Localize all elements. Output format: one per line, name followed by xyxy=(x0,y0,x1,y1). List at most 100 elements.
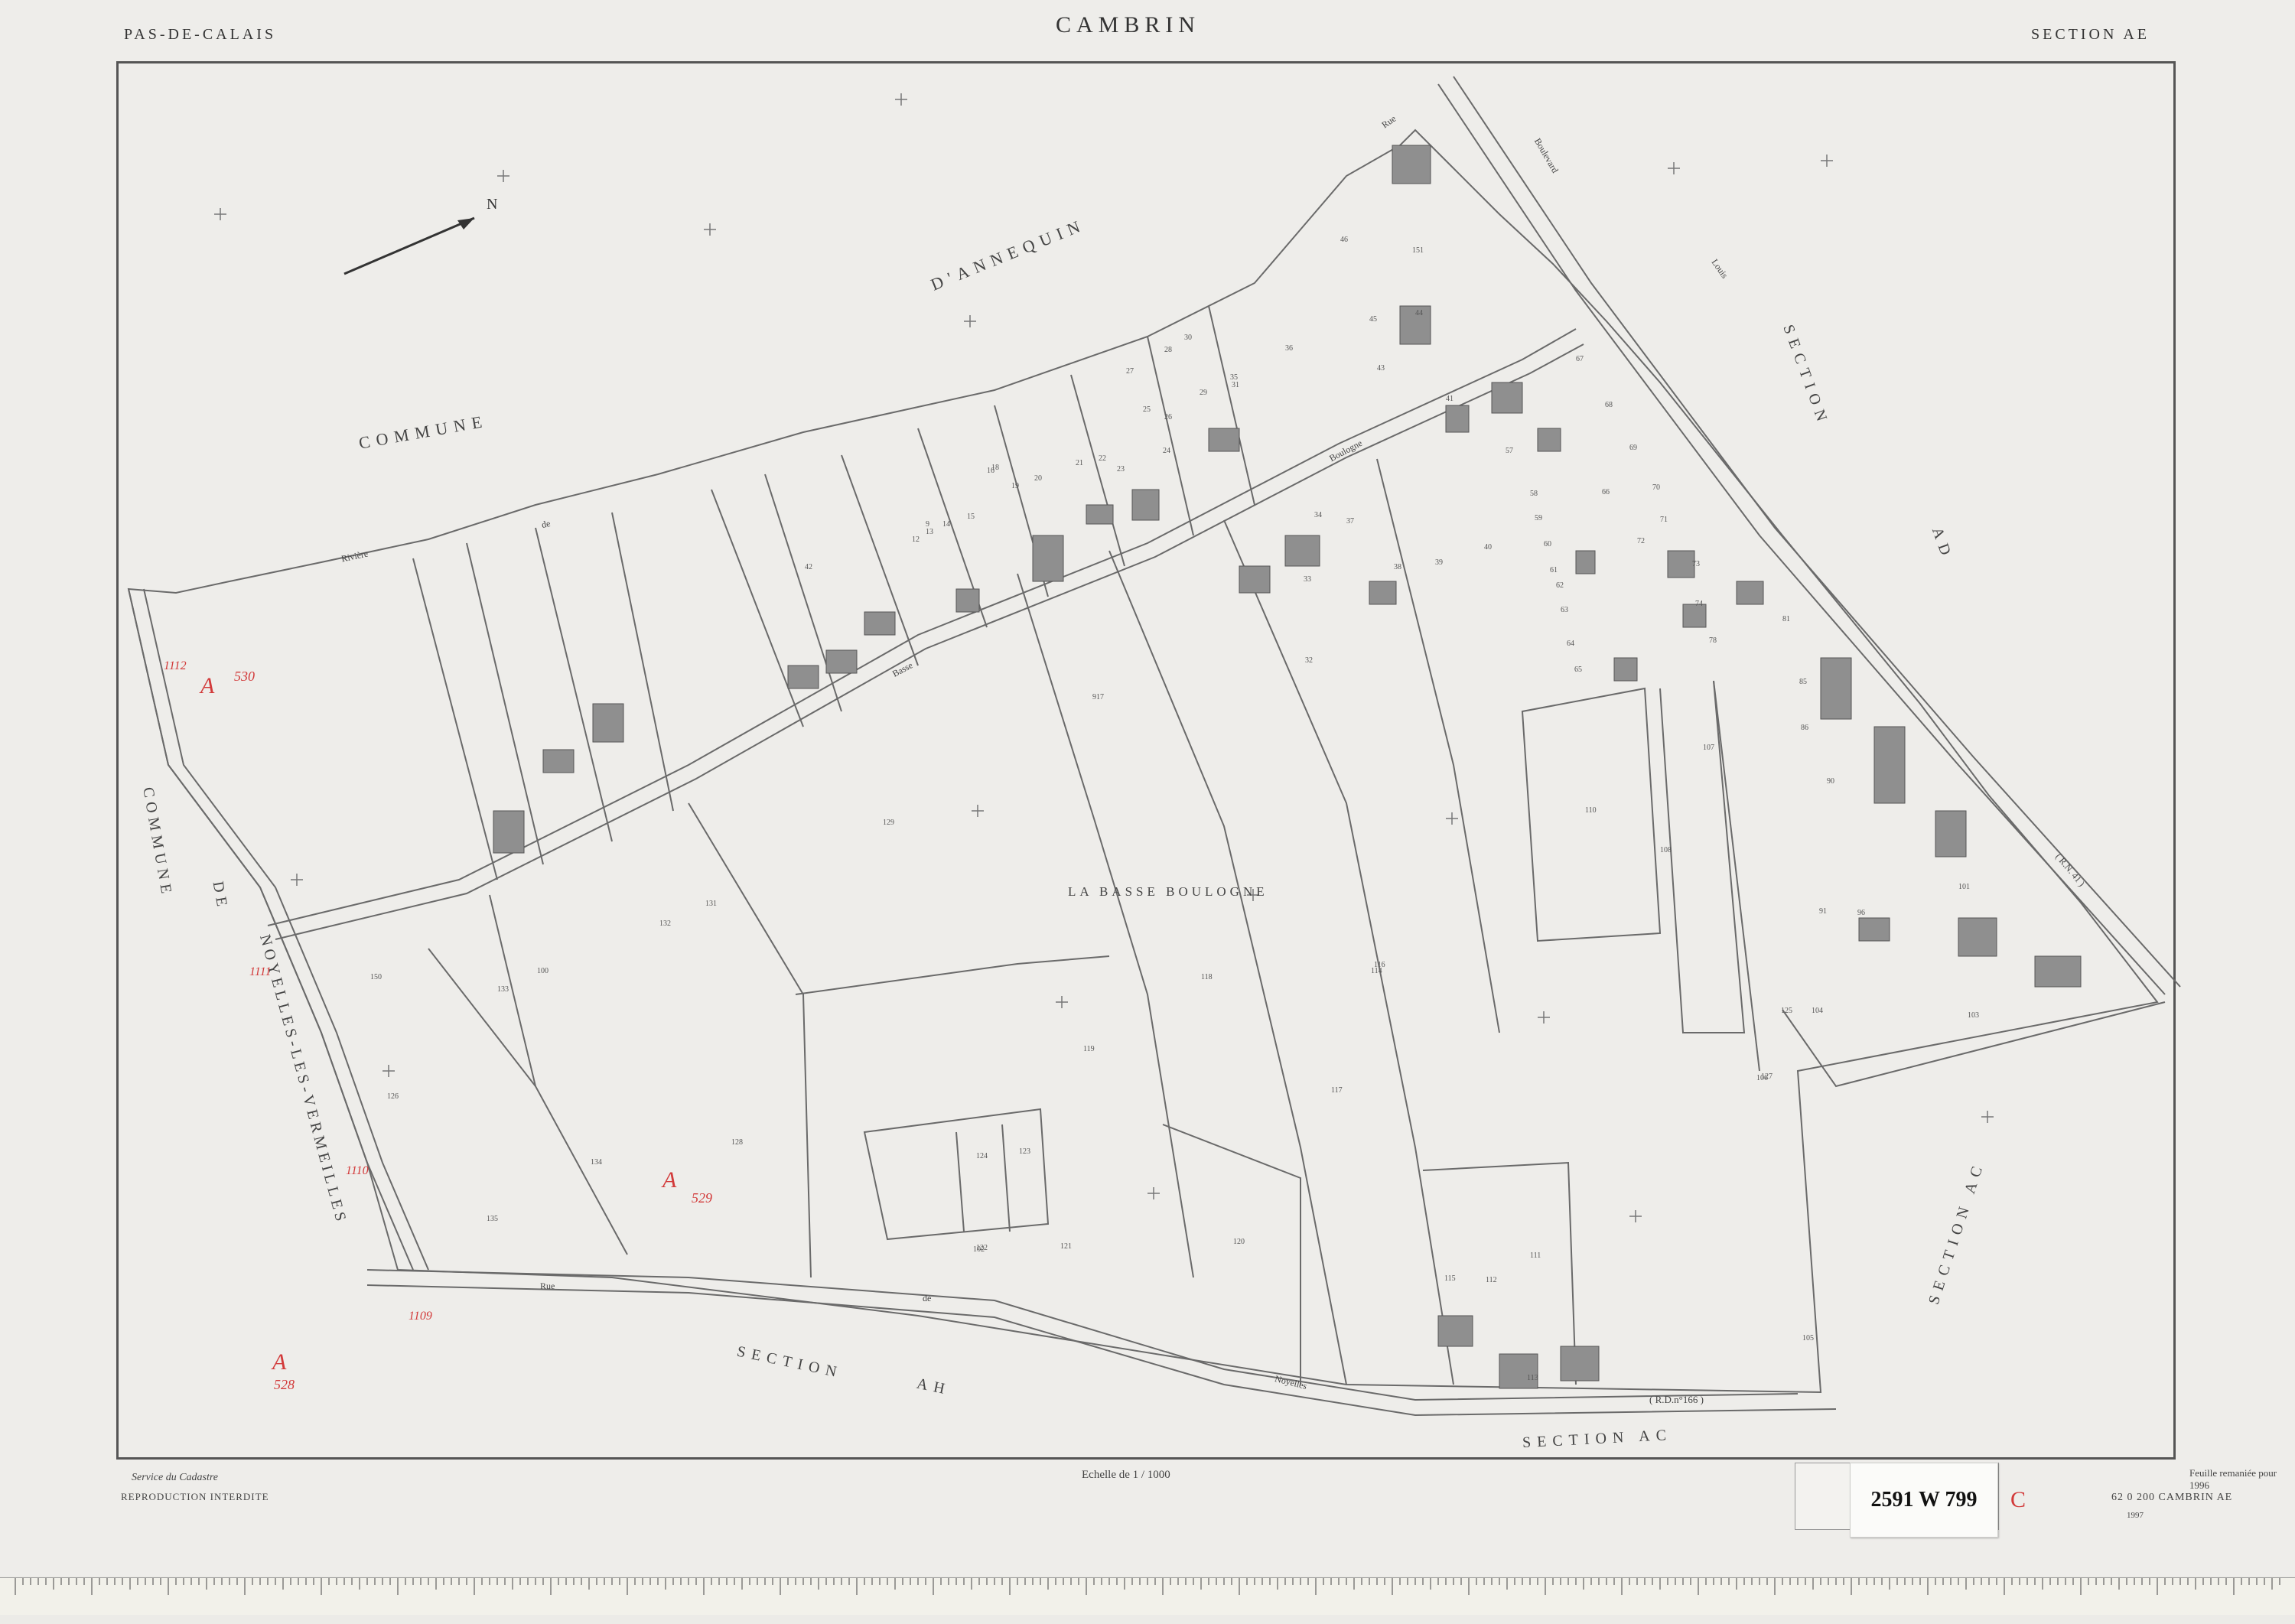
commune-code: 62 0 200 CAMBRIN AE xyxy=(2111,1492,2233,1503)
north-label: N xyxy=(487,196,498,213)
parcel-number: 74 xyxy=(1695,600,1703,608)
red-annotation: A xyxy=(272,1349,287,1375)
parcel-number: 90 xyxy=(1827,777,1834,786)
parcel-number: 119 xyxy=(1083,1045,1095,1053)
red-annotation: A xyxy=(662,1167,677,1193)
parcel-number: 12 xyxy=(912,535,920,544)
red-annotation: 1111 xyxy=(249,965,272,978)
cadastral-map[interactable] xyxy=(0,0,2295,1576)
label-rd-166: ( R.D.n°166 ) xyxy=(1649,1394,1704,1405)
parcel-number: 69 xyxy=(1629,444,1637,452)
parcel-number: 128 xyxy=(731,1138,743,1147)
north-arrow xyxy=(343,216,475,275)
parcel-number: 62 xyxy=(1556,581,1564,590)
parcel-number: 67 xyxy=(1576,355,1584,363)
parcel-number: 105 xyxy=(1802,1334,1814,1342)
parcel-number: 70 xyxy=(1652,483,1660,492)
parcel-number: 96 xyxy=(1857,909,1865,917)
parcel-number: 38 xyxy=(1394,563,1401,571)
red-annotation: 1109 xyxy=(409,1310,432,1323)
parcel-number: 104 xyxy=(1812,1007,1823,1015)
parcel-number: 133 xyxy=(497,985,509,994)
parcel-number: 120 xyxy=(1233,1238,1245,1246)
parcel-number: 45 xyxy=(1369,315,1377,324)
parcel-number: 58 xyxy=(1530,490,1538,498)
parcel-number: 65 xyxy=(1574,666,1582,674)
parcel-number: 103 xyxy=(1968,1011,1979,1020)
street-name: de xyxy=(923,1293,932,1303)
parcel-number: 20 xyxy=(1034,474,1042,483)
parcel-boundaries xyxy=(127,76,2181,1417)
parcel-number: 81 xyxy=(1782,615,1790,623)
parcel-number: 85 xyxy=(1799,678,1807,686)
parcel-number: 135 xyxy=(487,1215,498,1223)
lieu-dit-label: LA BASSE BOULOGNE xyxy=(1068,884,1268,899)
service-cadastre-label: Service du Cadastre xyxy=(132,1472,219,1483)
parcel-number: 31 xyxy=(1232,381,1239,389)
parcel-number: 25 xyxy=(1143,405,1151,414)
parcel-number: 59 xyxy=(1535,514,1542,522)
parcel-number: 13 xyxy=(926,528,933,536)
parcel-number: 19 xyxy=(1011,482,1019,490)
parcel-number: 113 xyxy=(1527,1374,1538,1382)
parcel-number: 71 xyxy=(1660,516,1668,524)
reproduction-warning: REPRODUCTION INTERDITE xyxy=(121,1491,269,1502)
parcel-number: 41 xyxy=(1446,395,1454,403)
parcel-number: 64 xyxy=(1567,640,1574,648)
parcel-number: 35 xyxy=(1230,373,1238,382)
parcel-number: 39 xyxy=(1435,558,1443,567)
parcel-number: 63 xyxy=(1561,606,1568,614)
parcel-number: 22 xyxy=(1099,454,1106,463)
parcel-number: 14 xyxy=(942,520,950,529)
edition-date: 1997 xyxy=(2127,1511,2144,1520)
parcel-number: 122 xyxy=(976,1244,988,1252)
red-c-mark: C xyxy=(2010,1487,2026,1512)
archive-label: 2591 W 799 xyxy=(1850,1463,1998,1538)
parcel-number: 108 xyxy=(1660,846,1672,854)
cadastral-sheet: PAS-DE-CALAIS CAMBRIN SECTION AE COMMUNE… xyxy=(0,0,2295,1576)
measuring-ruler xyxy=(0,1577,2295,1615)
parcel-number: 101 xyxy=(1958,883,1970,891)
parcel-number: 57 xyxy=(1506,447,1513,455)
parcel-number: 66 xyxy=(1602,488,1610,496)
parcel-number: 28 xyxy=(1164,346,1172,354)
parcel-number: 126 xyxy=(387,1092,399,1101)
parcel-number: 43 xyxy=(1377,364,1385,373)
parcel-number: 78 xyxy=(1709,636,1717,645)
parcel-number: 42 xyxy=(805,563,812,571)
parcel-number: 27 xyxy=(1126,367,1134,376)
parcel-number: 60 xyxy=(1544,540,1551,548)
red-annotation: 530 xyxy=(234,669,255,684)
parcel-number: 44 xyxy=(1415,309,1423,317)
feuille-note: Feuille remaniée pour 1996 xyxy=(2189,1467,2277,1491)
parcel-number: 125 xyxy=(1781,1007,1792,1015)
parcel-number: 131 xyxy=(705,900,717,908)
parcel-number: 132 xyxy=(659,919,671,928)
red-annotation: 1110 xyxy=(346,1164,369,1177)
parcel-number: 134 xyxy=(591,1158,602,1167)
parcel-number: 91 xyxy=(1819,907,1827,916)
ruler-ticks xyxy=(15,1578,2280,1595)
parcel-number: 115 xyxy=(1444,1274,1456,1283)
parcel-number: 107 xyxy=(1703,744,1714,752)
parcel-number: 118 xyxy=(1201,973,1213,981)
parcel-number: 72 xyxy=(1637,537,1645,545)
parcel-number: 30 xyxy=(1184,334,1192,342)
buildings xyxy=(493,145,2082,1389)
red-annotation: 528 xyxy=(274,1377,295,1392)
parcel-number: 26 xyxy=(1164,413,1172,421)
parcel-number: 124 xyxy=(976,1152,988,1160)
parcel-number: 46 xyxy=(1340,236,1348,244)
parcel-number: 116 xyxy=(1374,961,1385,969)
parcel-number: 112 xyxy=(1486,1276,1497,1284)
parcel-number: 23 xyxy=(1117,465,1125,474)
parcel-number: 36 xyxy=(1285,344,1293,353)
parcel-number: 151 xyxy=(1412,246,1424,255)
red-annotation: A xyxy=(200,673,215,698)
parcel-number: 29 xyxy=(1200,389,1207,397)
parcel-number: 111 xyxy=(1530,1251,1541,1260)
parcel-number: 100 xyxy=(537,967,549,975)
parcel-number: 123 xyxy=(1019,1147,1030,1156)
parcel-number: 40 xyxy=(1484,543,1492,552)
parcel-number: 15 xyxy=(967,513,975,521)
